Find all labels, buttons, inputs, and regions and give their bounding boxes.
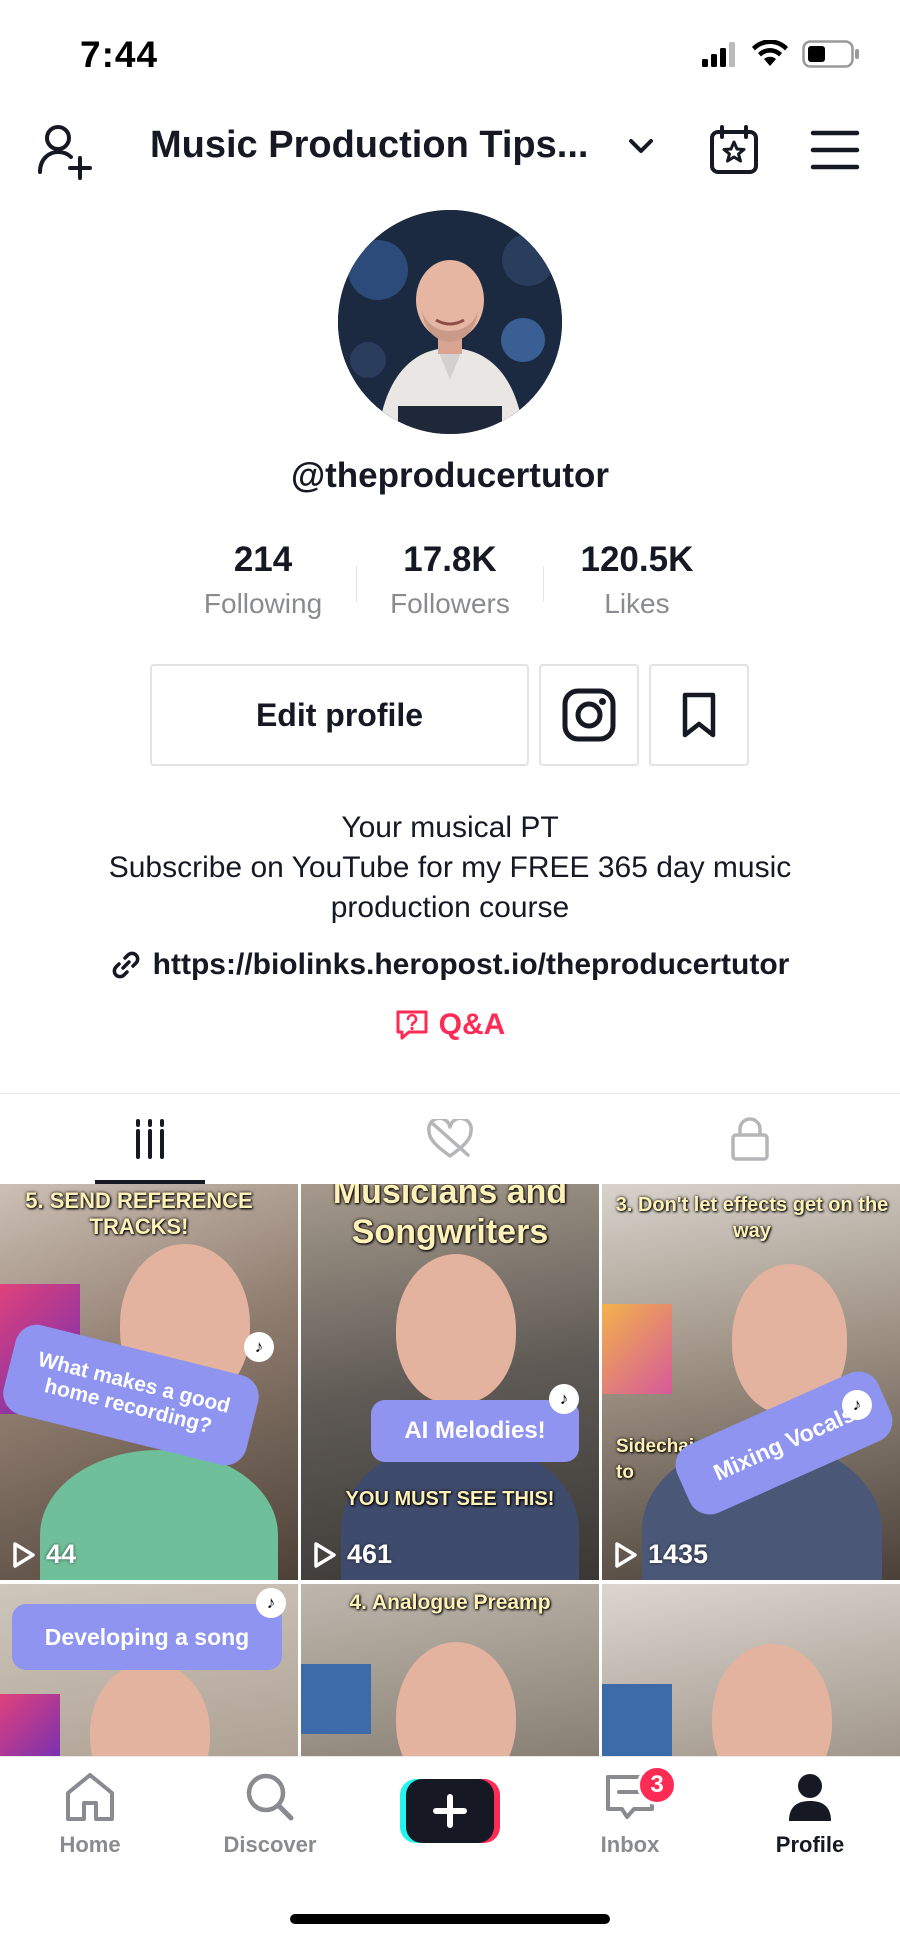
profile-icon: [789, 1774, 831, 1821]
bio-line: Your musical PT: [341, 811, 559, 844]
view-count: 44: [12, 1539, 76, 1570]
qa-label: Q&A: [438, 1008, 506, 1041]
bio-link[interactable]: https://biolinks.heropost.io/theproducer…: [0, 948, 900, 982]
tab-liked[interactable]: [300, 1094, 600, 1184]
view-count-value: 44: [46, 1539, 77, 1569]
account-title: Music Production Tips...: [150, 124, 589, 166]
nav-discover[interactable]: Discover: [200, 1771, 340, 1858]
qa-link[interactable]: Q&A: [0, 1008, 900, 1042]
qa-icon: [396, 1010, 428, 1040]
video-title-pill: Developing a song: [12, 1604, 282, 1670]
video-caption: 3. Don't let effects get on the way: [615, 1194, 889, 1242]
battery-icon: [802, 40, 859, 68]
stat-value: 17.8K: [403, 540, 497, 579]
profile-tabs: [0, 1094, 900, 1184]
status-bar: 7:44: [0, 0, 900, 110]
video-thumbnail[interactable]: Developing a song ♪: [0, 1584, 298, 1756]
hamburger-menu-icon[interactable]: [810, 128, 860, 172]
view-count-value: 1435: [648, 1539, 709, 1569]
play-icon: [615, 1541, 637, 1568]
home-indicator: [290, 1914, 610, 1924]
stat-value: 214: [233, 540, 293, 579]
video-overlay-text: YOU MUST SEE THIS!: [345, 1488, 555, 1510]
video-title-pill: AI Melodies!: [371, 1400, 579, 1462]
bio-line: production course: [330, 891, 570, 924]
thumbnail-monitor: [602, 1304, 672, 1394]
avatar-photo: [338, 210, 562, 434]
tiktok-watermark-icon: ♪: [549, 1384, 579, 1414]
video-thumbnail[interactable]: 4. Analogue Preamp: [301, 1584, 599, 1756]
bookmark-icon: [682, 692, 716, 738]
video-thumbnail[interactable]: Musicians and Songwriters AI Melodies! ♪…: [301, 1184, 599, 1580]
home-icon: [66, 1773, 114, 1821]
bio-link-text: https://biolinks.heropost.io/theproducer…: [152, 948, 790, 981]
notification-badge: 3: [637, 1765, 677, 1805]
video-grid: 5. SEND REFERENCE TRACKS! What makes a g…: [0, 1184, 900, 1756]
profile-header: Music Production Tips...: [0, 112, 900, 192]
stat-followers[interactable]: 17.8K Followers: [357, 540, 543, 630]
link-icon: [112, 951, 140, 979]
plus-icon: [400, 1779, 500, 1843]
wifi-icon: [752, 40, 788, 66]
calendar-star-icon[interactable]: [708, 124, 760, 176]
play-icon: [314, 1541, 336, 1568]
thumbnail-monitor: [0, 1694, 60, 1756]
stat-label: Likes: [604, 588, 670, 619]
profile-stats: 214 Following 17.8K Followers 120.5K Lik…: [170, 540, 730, 630]
bio-line: Subscribe on YouTube for my FREE 365 day…: [108, 851, 792, 884]
thumbnail-monitor: [602, 1684, 672, 1756]
signal-icon: [702, 42, 735, 67]
instagram-icon: [562, 688, 616, 742]
view-count: 461: [313, 1539, 392, 1570]
create-button[interactable]: [400, 1779, 500, 1843]
status-icons: [702, 40, 860, 68]
thumbnail-monitor: [301, 1664, 371, 1734]
nav-label: Home: [59, 1832, 121, 1857]
profile-bio: Your musical PT Subscribe on YouTube for…: [0, 808, 900, 928]
nav-label: Inbox: [600, 1832, 660, 1857]
stat-likes[interactable]: 120.5K Likes: [544, 540, 730, 630]
stat-value: 120.5K: [580, 540, 694, 579]
tiktok-watermark-icon: ♪: [256, 1588, 286, 1618]
video-caption: 4. Analogue Preamp: [349, 1591, 551, 1614]
profile-actions: Edit profile: [150, 664, 749, 766]
view-count: 1435: [614, 1539, 708, 1570]
chevron-down-icon: [629, 138, 654, 153]
profile-handle: @theproducertutor: [290, 456, 609, 495]
search-icon: [246, 1773, 294, 1821]
favorites-button[interactable]: [649, 664, 749, 766]
video-caption: 5. SEND REFERENCE TRACKS!: [25, 1188, 253, 1239]
nav-profile[interactable]: Profile: [740, 1771, 880, 1858]
hidden-heart-icon: [427, 1119, 473, 1158]
grid-bars-icon: [136, 1119, 164, 1159]
instagram-button[interactable]: [539, 664, 639, 766]
video-caption: Musicians and Songwriters: [332, 1184, 568, 1251]
stat-label: Followers: [390, 588, 510, 619]
video-thumbnail[interactable]: 5. SEND REFERENCE TRACKS! What makes a g…: [0, 1184, 298, 1580]
lock-icon: [731, 1117, 769, 1161]
tiktok-watermark-icon: ♪: [244, 1332, 274, 1362]
status-time: 7:44: [80, 34, 159, 75]
tiktok-watermark-icon: ♪: [842, 1390, 872, 1420]
avatar[interactable]: [338, 210, 562, 434]
tab-videos[interactable]: [0, 1094, 300, 1184]
play-icon: [13, 1541, 35, 1568]
account-switcher[interactable]: Music Production Tips...: [150, 124, 658, 167]
nav-home[interactable]: Home: [20, 1771, 160, 1858]
stat-label: Following: [203, 588, 323, 619]
thumbnail-person: [396, 1254, 516, 1404]
edit-profile-button[interactable]: Edit profile: [150, 664, 529, 766]
nav-label: Discover: [223, 1832, 317, 1857]
nav-inbox[interactable]: 3 Inbox: [560, 1765, 700, 1858]
video-thumbnail[interactable]: [602, 1584, 900, 1756]
nav-label: Profile: [775, 1832, 845, 1857]
tab-private[interactable]: [600, 1094, 900, 1184]
add-user-icon[interactable]: [36, 122, 94, 180]
stat-following[interactable]: 214 Following: [170, 540, 356, 630]
video-thumbnail[interactable]: 3. Don't let effects get on the way Side…: [602, 1184, 900, 1580]
view-count-value: 461: [347, 1539, 393, 1569]
